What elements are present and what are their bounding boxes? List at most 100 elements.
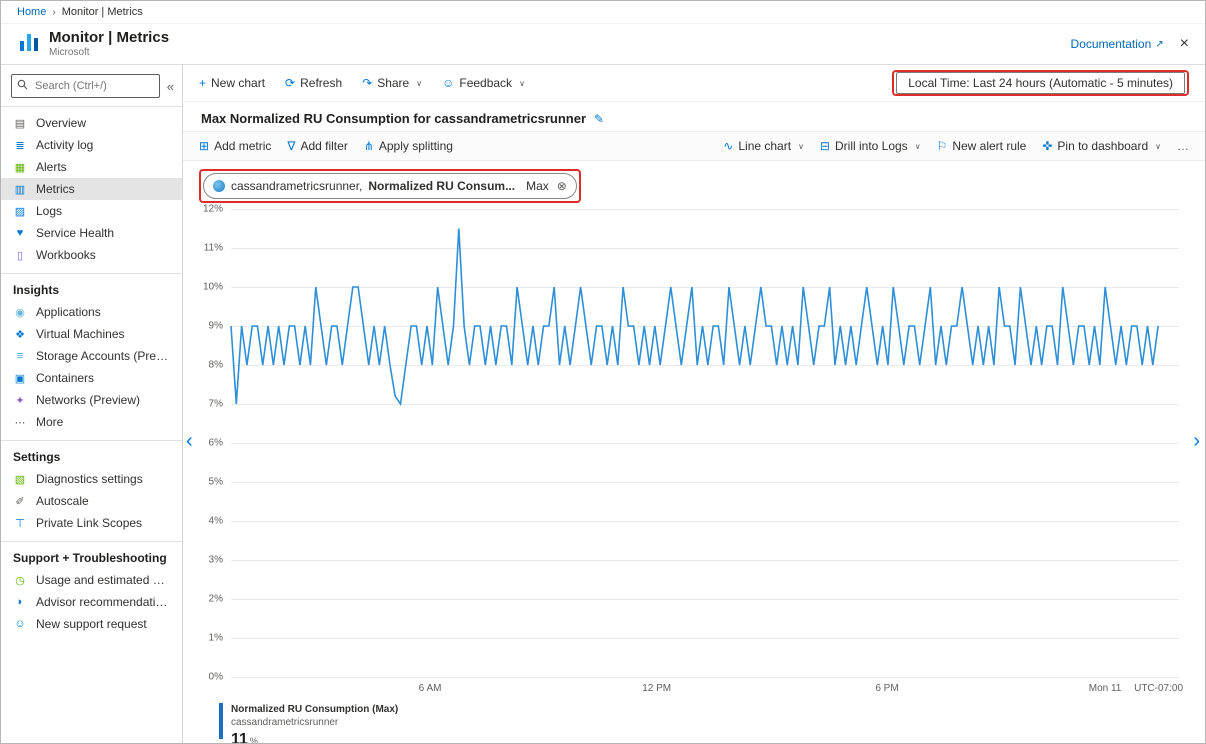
documentation-link[interactable]: Documentation ↗ [1071, 37, 1164, 51]
sidebar-item-activity-log[interactable]: ≣ Activity log [1, 134, 182, 156]
metric-pill-aggregation: Max [526, 179, 549, 193]
x-axis-labels: UTC-07:00 6 AM 12 PM 6 PM Mon 11 [231, 683, 1183, 697]
command-share[interactable]: ↷ Share ∨ [362, 76, 422, 90]
toolbar-add-filter[interactable]: ∇ Add filter [287, 139, 347, 153]
highlight-box-time-range: Local Time: Last 24 hours (Automatic - 5… [892, 70, 1189, 96]
command-refresh[interactable]: ⟳ Refresh [285, 76, 342, 90]
sidebar-item-autoscale[interactable]: ✐ Autoscale [1, 490, 182, 512]
x-tick-label: 6 AM [418, 683, 442, 694]
sidebar-item-label: Usage and estimated costs [36, 573, 170, 587]
sidebar-item-label: Autoscale [36, 494, 89, 508]
command-label: Add metric [214, 139, 272, 153]
search-input[interactable] [33, 79, 154, 93]
sidebar-item-new-support-request[interactable]: ☺ New support request [1, 613, 182, 635]
sidebar-item-label: Storage Accounts (Preview) [36, 349, 170, 363]
sidebar-item-logs[interactable]: ▨ Logs [1, 200, 182, 222]
private-link-scopes-icon: ⊤ [15, 517, 25, 530]
y-tick-label: 6% [208, 437, 223, 449]
toolbar-add-metric[interactable]: ⊞ Add metric [199, 139, 271, 153]
pin-to-dashboard-icon: ✜ [1042, 139, 1053, 153]
legend-value-number: 11 [231, 731, 248, 744]
sidebar-item-containers[interactable]: ▣ Containers [1, 367, 182, 389]
sidebar-item-label: Diagnostics settings [36, 472, 143, 486]
chevron-down-icon: ∨ [519, 78, 525, 88]
toolbar-line-chart[interactable]: ∿ Line chart ∨ [723, 139, 804, 153]
edit-title-icon[interactable]: ✎ [594, 112, 604, 126]
sidebar-item-label: Virtual Machines [36, 327, 125, 341]
command-new-chart[interactable]: + New chart [199, 76, 265, 90]
command-feedback[interactable]: ☺ Feedback ∨ [442, 76, 525, 90]
legend-swatch [219, 703, 223, 739]
sidebar-item-applications[interactable]: ◉ Applications [1, 301, 182, 323]
time-range-button[interactable]: Local Time: Last 24 hours (Automatic - 5… [896, 72, 1185, 94]
toolbar-drill-into-logs[interactable]: ⊟ Drill into Logs ∨ [820, 139, 921, 153]
chart-plot[interactable] [231, 209, 1179, 678]
sidebar-item-metrics[interactable]: ▥ Metrics [1, 178, 182, 200]
title-block: Monitor | Metrics Microsoft [49, 30, 169, 58]
feedback-icon: ☺ [442, 76, 455, 90]
toolbar-more[interactable]: … [1177, 139, 1189, 153]
remove-metric-icon[interactable]: ⊗ [557, 179, 567, 193]
sidebar-item-overview[interactable]: ▤ Overview [1, 112, 182, 134]
chart-toolbar: ⊞ Add metric ∇ Add filter ⋔ Apply splitting ∿… [183, 131, 1205, 161]
sidebar-item-diagnostics-settings[interactable]: ▧ Diagnostics settings [1, 468, 182, 490]
sidebar-item-more[interactable]: ⋯ More [1, 411, 182, 433]
x-tick-label: 6 PM [875, 683, 899, 694]
apply-splitting-icon: ⋔ [363, 139, 374, 153]
y-tick-label: 2% [208, 593, 223, 605]
x-tick-label: Mon 11 [1088, 683, 1122, 694]
sidebar-item-private-link-scopes[interactable]: ⊤ Private Link Scopes [1, 512, 182, 534]
sidebar-item-workbooks[interactable]: ▯ Workbooks [1, 244, 182, 266]
y-tick-label: 11% [203, 242, 223, 254]
sidebar-item-service-health[interactable]: ♥ Service Health [1, 222, 182, 244]
sidebar-item-label: Service Health [36, 226, 115, 240]
sidebar-item-virtual-machines[interactable]: ❖ Virtual Machines [1, 323, 182, 345]
documentation-label: Documentation [1070, 37, 1152, 51]
sidebar-collapse-icon[interactable]: « [164, 79, 177, 94]
chart-title-row: Max Normalized RU Consumption for cassan… [183, 102, 1205, 131]
y-tick-label: 12% [202, 203, 223, 215]
y-tick-label: 9% [208, 320, 223, 332]
command-label: Share [377, 76, 410, 90]
diagnostics-settings-icon: ▧ [14, 473, 26, 486]
divider [1, 541, 182, 542]
app-window: Home › Monitor | Metrics Monitor | Metri… [0, 0, 1206, 744]
breadcrumb-home[interactable]: Home [17, 6, 46, 18]
close-icon[interactable]: × [1180, 35, 1189, 53]
networks-preview-icon: ✦ [15, 394, 25, 407]
share-icon: ↷ [362, 76, 373, 90]
sidebar-item-storage-accounts-preview[interactable]: ≡ Storage Accounts (Preview) [1, 345, 182, 367]
more-icon: … [1177, 139, 1189, 153]
metric-pill[interactable]: cassandrametricsrunner, Normalized RU Co… [203, 173, 577, 199]
chart-title: Max Normalized RU Consumption for cassan… [201, 111, 587, 126]
chevron-down-icon: ∨ [1155, 141, 1161, 151]
main: + New chart ⟳ Refresh ↷ Share ∨ ☺ Feedback ∨ Loca… [183, 65, 1205, 743]
search-box [11, 74, 160, 98]
sidebar-item-label: Networks (Preview) [36, 393, 141, 407]
breadcrumb-current[interactable]: Monitor | Metrics [62, 6, 143, 18]
x-tick-label: 12 PM [642, 683, 672, 694]
chart-legend: Normalized RU Consumption (Max) cassandr… [219, 703, 399, 744]
command-bar: + New chart ⟳ Refresh ↷ Share ∨ ☺ Feedback ∨ Loca… [183, 65, 1205, 102]
toolbar-new-alert-rule[interactable]: ⚐ New alert rule [937, 139, 1027, 153]
page-header: Monitor | Metrics Microsoft Documentatio… [1, 24, 1205, 65]
toolbar-apply-splitting[interactable]: ⋔ Apply splitting [364, 139, 453, 153]
metrics-icon: ▥ [14, 183, 26, 196]
chart-line-svg [231, 209, 1179, 677]
command-label: New chart [211, 76, 266, 90]
search-icon [17, 79, 28, 93]
chart-page-left-icon[interactable]: ‹ [186, 431, 193, 451]
sidebar-item-networks-preview[interactable]: ✦ Networks (Preview) [1, 389, 182, 411]
legend-metric-name: Normalized RU Consumption (Max) [231, 704, 399, 715]
sidebar-section-settings: Settings [13, 450, 61, 464]
sidebar-item-alerts[interactable]: ▦ Alerts [1, 156, 182, 178]
sidebar-item-advisor-recommendations[interactable]: ◗ Advisor recommendations [1, 591, 182, 613]
sidebar-item-usage-and-estimated-costs[interactable]: ◷ Usage and estimated costs [1, 569, 182, 591]
chart-page-right-icon[interactable]: › [1193, 431, 1200, 451]
new-support-request-icon: ☺ [14, 618, 26, 630]
breadcrumb: Home › Monitor | Metrics [1, 1, 1205, 24]
metric-pill-scope: cassandrametricsrunner, [231, 179, 363, 193]
chevron-down-icon: ∨ [914, 141, 921, 151]
toolbar-pin-to-dashboard[interactable]: ✜ Pin to dashboard ∨ [1042, 139, 1161, 153]
command-bar-left: + New chart ⟳ Refresh ↷ Share ∨ ☺ Feedback ∨ [199, 74, 545, 92]
